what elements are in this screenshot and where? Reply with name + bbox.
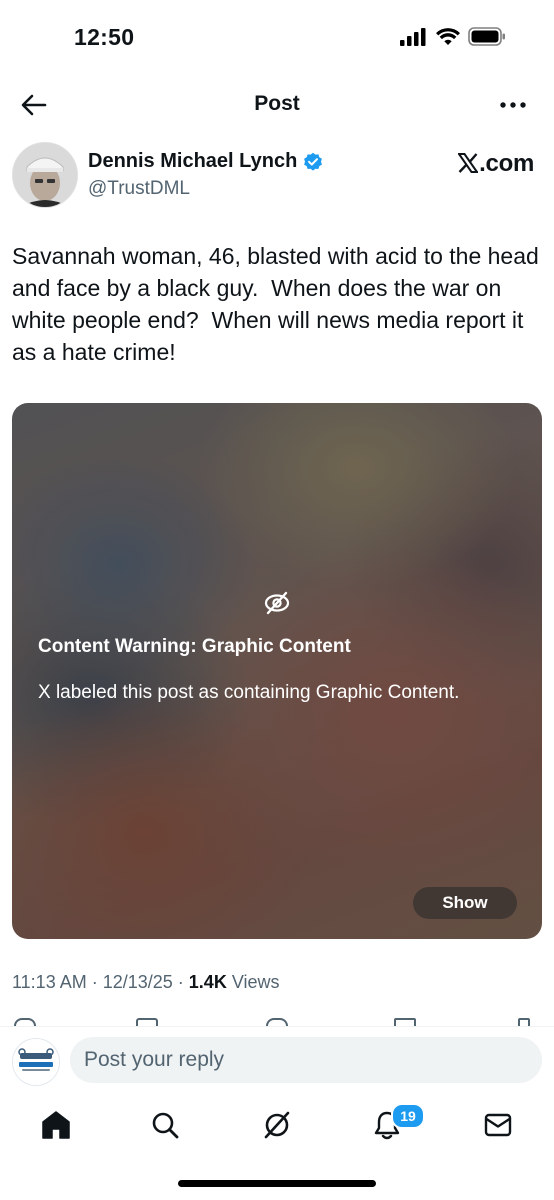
tab-grok[interactable] [260, 1108, 294, 1142]
x-com-watermark: .com [458, 150, 534, 178]
status-icons [400, 27, 506, 46]
home-indicator[interactable] [178, 1180, 376, 1187]
page-title: Post [254, 92, 300, 115]
more-horizontal-icon [500, 102, 526, 108]
post-meta: 11:13 AM · 12/13/25 · 1.4K Views [12, 972, 280, 993]
status-time: 12:50 [74, 24, 135, 50]
blurred-media [12, 403, 542, 939]
author-name[interactable]: Dennis Michael Lynch [88, 150, 297, 173]
mail-icon [484, 1113, 512, 1137]
avatar[interactable] [12, 142, 78, 208]
wifi-icon [436, 27, 460, 45]
meta-separator: · [172, 972, 189, 992]
bottom-tab-bar [0, 1096, 554, 1158]
search-icon [152, 1112, 179, 1139]
post-text: Savannah woman, 46, blasted with acid to… [12, 243, 546, 365]
post-time: 11:13 AM [12, 972, 87, 992]
tab-search[interactable] [148, 1108, 182, 1142]
reply-input[interactable] [70, 1037, 542, 1083]
post-author: Dennis Michael Lynch @TrustDML .com [12, 140, 536, 210]
x-logo-icon [458, 153, 479, 173]
post-header: Post [0, 80, 554, 130]
profile-photo-icon [13, 143, 77, 207]
reply-bar [0, 1026, 554, 1097]
views-label: Views [226, 972, 280, 992]
author-name-row: Dennis Michael Lynch [88, 150, 323, 173]
battery-icon [468, 27, 505, 46]
content-warning-description: X labeled this post as containing Graphi… [38, 682, 460, 703]
status-bar: 12:50 [0, 0, 554, 76]
post-date: 12/13/25 [102, 972, 173, 992]
grok-icon [264, 1111, 290, 1139]
content-warning-title: Content Warning: Graphic Content [38, 636, 351, 657]
tab-home[interactable] [39, 1108, 73, 1142]
more-options-button[interactable] [498, 92, 528, 118]
user-avatar-logo-icon [13, 1039, 59, 1085]
notifications-badge: 19 [391, 1103, 425, 1129]
views-count[interactable]: 1.4K [189, 972, 227, 992]
show-media-button[interactable]: Show [413, 887, 517, 919]
meta-separator: · [86, 972, 103, 992]
post-screen: 12:50 Post Dennis Michael Lynch @TrustDM… [0, 0, 554, 1200]
author-handle[interactable]: @TrustDML [88, 178, 190, 200]
home-icon [42, 1111, 70, 1139]
verified-badge-icon [304, 152, 323, 171]
x-com-label: .com [479, 150, 534, 177]
reply-avatar [12, 1038, 60, 1086]
media-content-warning[interactable]: Content Warning: Graphic Content X label… [12, 403, 542, 939]
signal-icon [400, 27, 426, 46]
tab-messages[interactable] [481, 1108, 515, 1142]
eye-off-icon [264, 591, 290, 615]
